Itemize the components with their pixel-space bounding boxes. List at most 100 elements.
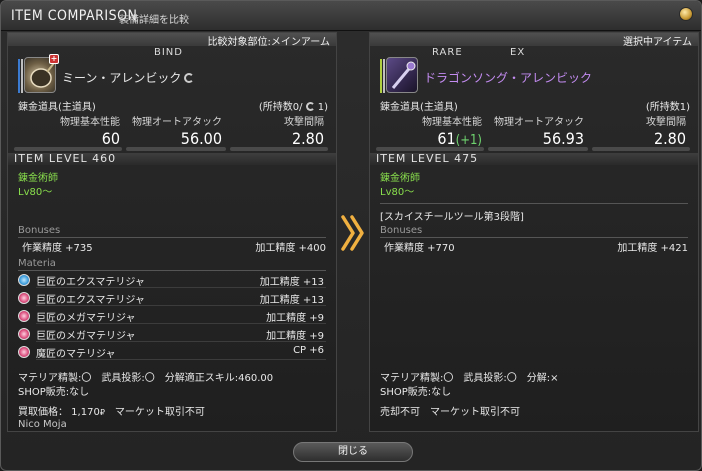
crafter-name: Nico Moja xyxy=(18,419,67,430)
divider xyxy=(380,203,688,204)
right-item-category: 錬金道具(主道具) xyxy=(380,102,458,113)
compared-item-panel: 比較対象部位:メインアーム BIND + ミーン・アレンビック 錬金道具(主道具… xyxy=(7,32,337,432)
alembic-pan-icon: + xyxy=(24,54,59,93)
materia-title: Materia xyxy=(18,258,56,269)
right-owned-count: (所持数1) xyxy=(645,102,690,113)
left-stat-label-auto: 物理オートアタック xyxy=(132,117,222,128)
right-stat-label-base: 物理基本性能 xyxy=(422,117,482,128)
materia-name: 巨匠のメガマテリジャ xyxy=(36,313,136,324)
left-info-line-2: SHOP販売:なし xyxy=(18,387,90,398)
left-panel-header: 比較対象部位:メインアーム xyxy=(8,33,336,48)
right-set-name: [スカイスチールツール第3段階] xyxy=(380,212,524,223)
right-job: 錬金術師 xyxy=(380,173,420,184)
double-chevron-right-icon xyxy=(341,215,364,251)
title-bar: ITEM COMPARISON 装備詳細を比較 xyxy=(1,1,701,31)
right-bonus-control: 加工精度 +421 xyxy=(617,243,688,254)
materia-orb-icon xyxy=(18,310,30,322)
materia-name: 巨匠のメガマテリジャ xyxy=(36,331,136,342)
left-panel-header-label: 比較対象部位:メインアーム xyxy=(207,37,330,48)
right-stat-bar xyxy=(488,147,588,151)
right-item-name: ドラゴンソング・アレンビック xyxy=(424,71,593,85)
glamour-cross-icon: + xyxy=(49,54,59,64)
left-bonus-control: 加工精度 +400 xyxy=(255,243,326,254)
left-item-name: ミーン・アレンビック xyxy=(62,69,195,86)
materia-value: 加工精度 +9 xyxy=(266,331,324,342)
item-comparison-window: ITEM COMPARISON 装備詳細を比較 比較対象部位:メインアーム BI… xyxy=(0,0,702,471)
right-panel-header-label: 選択中アイテム xyxy=(623,37,692,48)
right-item-icon[interactable] xyxy=(380,57,420,95)
left-stat-bar xyxy=(14,147,122,151)
materia-value: 加工精度 +9 xyxy=(266,313,324,324)
left-stat-value-base: 60 xyxy=(101,129,120,148)
left-item-name-text: ミーン・アレンビック xyxy=(62,71,182,85)
right-item-level: ITEM LEVEL 475 xyxy=(370,153,698,165)
right-info-line-1: マテリア精製:〇 武具投影:〇 分解:× xyxy=(380,373,559,384)
materia-value: 加工精度 +13 xyxy=(259,295,324,306)
left-item-rarity-bars xyxy=(18,59,23,93)
divider xyxy=(36,305,326,306)
stat-diff: (+1) xyxy=(455,133,482,148)
materia-orb-icon xyxy=(18,274,30,286)
left-owned-suffix: 1) xyxy=(314,102,328,113)
right-info-line-3: 売却不可 マーケット取引不可 xyxy=(380,407,520,418)
left-item-category: 錬金道具(主道具) xyxy=(18,102,96,113)
materia-slot[interactable]: 巨匠のエクスマテリジャ 加工精度 +13 xyxy=(18,273,326,289)
right-bonus-row: 作業精度 +770 加工精度 +421 xyxy=(384,239,688,254)
left-item-level: ITEM LEVEL 460 xyxy=(8,153,336,165)
right-bonuses-title: Bonuses xyxy=(380,225,423,236)
right-stat-value-auto: 56.93 xyxy=(542,129,584,148)
divider xyxy=(18,237,326,238)
materia-name: 巨匠のエクスマテリジャ xyxy=(36,295,145,306)
right-level-req: Lv80～ xyxy=(380,187,415,198)
materia-slot[interactable]: 巨匠のメガマテリジャ 加工精度 +9 xyxy=(18,327,326,343)
right-stat-value-base: 61(+1) xyxy=(410,129,482,148)
left-info-line-3: 買取価格： 1,170₽ マーケット取引不可 xyxy=(18,403,205,418)
left-sell-price: 買取価格： 1,170 xyxy=(18,407,100,418)
right-item-rarity-bars xyxy=(380,59,385,93)
window-subtitle: 装備詳細を比較 xyxy=(119,15,189,26)
right-panel-header: 選択中アイテム xyxy=(370,33,698,48)
materia-name: 魔匠のマテリジャ xyxy=(36,349,116,360)
divider xyxy=(36,359,326,360)
close-button[interactable]: 閉じる xyxy=(293,442,413,462)
divider xyxy=(18,270,326,271)
right-stat-bar xyxy=(376,147,484,151)
right-stat-label-auto: 物理オートアタック xyxy=(494,117,584,128)
divider xyxy=(380,237,688,238)
left-stat-bar xyxy=(126,147,226,151)
hq-icon xyxy=(184,73,195,83)
left-bonus-row: 作業精度 +735 加工精度 +400 xyxy=(22,239,326,254)
left-owned-count: (所持数0/ 1) xyxy=(259,98,328,113)
window-gem-icon[interactable] xyxy=(679,7,693,21)
left-bonuses-title: Bonuses xyxy=(18,225,61,236)
materia-slot[interactable]: 魔匠のマテリジャ CP +6 xyxy=(18,345,326,361)
left-stat-bar xyxy=(230,147,328,151)
left-item-icon[interactable]: + xyxy=(18,54,59,95)
left-stat-value-delay: 2.80 xyxy=(291,129,324,148)
right-stat-label-delay: 攻撃間隔 xyxy=(646,117,686,128)
materia-slot[interactable]: 巨匠のメガマテリジャ 加工精度 +9 xyxy=(18,309,326,325)
left-stat-value-auto: 56.00 xyxy=(180,129,222,148)
right-info-line-2: SHOP販売:なし xyxy=(380,387,452,398)
materia-value: 加工精度 +13 xyxy=(259,277,324,288)
dragonsong-alembic-icon xyxy=(386,57,418,93)
materia-orb-icon xyxy=(18,328,30,340)
left-info-line-1: マテリア精製:〇 武具投影:〇 分解適正スキル:460.00 xyxy=(18,373,274,384)
materia-value: CP +6 xyxy=(293,345,324,356)
left-market-status: マーケット取引不可 xyxy=(104,407,205,418)
divider xyxy=(36,341,326,342)
selected-item-panel: 選択中アイテム RARE EX ドラゴンソング・アレンビック 錬金道具(主道具)… xyxy=(369,32,699,432)
right-stat-bar xyxy=(592,147,690,151)
right-stat-value-delay: 2.80 xyxy=(653,129,686,148)
materia-slot[interactable]: 巨匠のエクスマテリジャ 加工精度 +13 xyxy=(18,291,326,307)
divider xyxy=(36,323,326,324)
right-bonus-craftsmanship: 作業精度 +770 xyxy=(384,243,455,254)
left-stat-label-delay: 攻撃間隔 xyxy=(284,117,324,128)
hq-icon xyxy=(305,102,315,111)
materia-orb-icon xyxy=(18,346,30,358)
right-stat-base-number: 61 xyxy=(437,129,456,148)
left-job: 錬金術師 xyxy=(18,173,58,184)
divider xyxy=(36,287,326,288)
left-level-req: Lv80～ xyxy=(18,187,53,198)
ex-tag: EX xyxy=(510,47,526,58)
